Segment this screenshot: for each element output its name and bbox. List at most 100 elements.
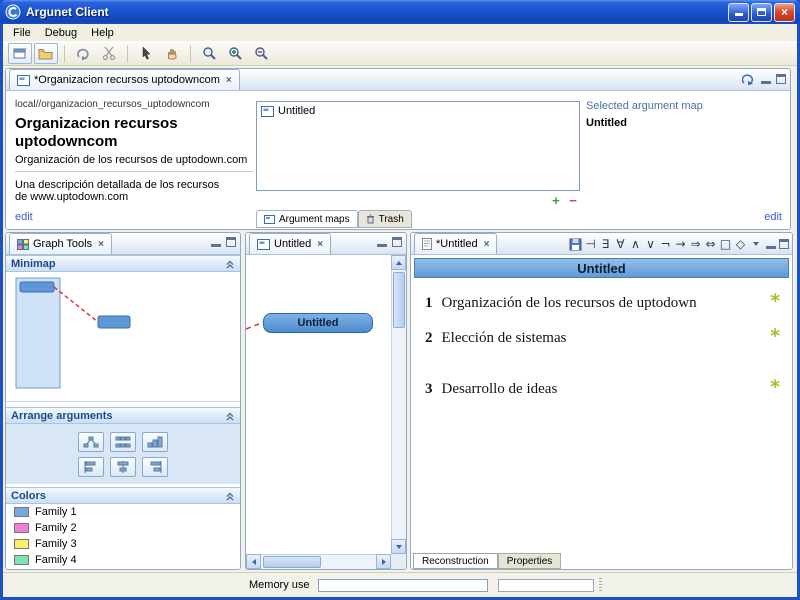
logic-iff-button[interactable]: ⇔: [703, 235, 718, 253]
tab-label: Untitled: [274, 238, 312, 250]
logic-diamond-button[interactable]: ◇: [733, 235, 748, 253]
map-canvas[interactable]: Untitled: [246, 255, 391, 554]
arrange-align-right-button[interactable]: [142, 456, 168, 477]
logic-tack-button[interactable]: ⊣: [583, 235, 598, 253]
open-folder-icon: [38, 48, 53, 59]
arrange-align-center-button[interactable]: [110, 456, 136, 477]
zoom-marquee-button[interactable]: [197, 43, 221, 64]
statement-row[interactable]: 3 Desarrollo de ideas *: [425, 378, 780, 398]
arrange-tree-down-button[interactable]: [78, 431, 104, 452]
new-debate-button[interactable]: [8, 42, 32, 64]
maximize-view-icon[interactable]: [779, 239, 789, 249]
minimap-section-header[interactable]: Minimap: [6, 255, 240, 272]
colors-section-header[interactable]: Colors: [6, 487, 240, 504]
open-debate-button[interactable]: [34, 42, 58, 64]
minimize-view-icon[interactable]: [766, 239, 776, 249]
minimap-graphic: [15, 277, 131, 389]
horizontal-scrollbar[interactable]: [246, 554, 391, 569]
titlebar[interactable]: Argunet Client ×: [0, 0, 800, 24]
collapse-chevron-icon[interactable]: [225, 259, 235, 269]
redo-button[interactable]: [71, 43, 95, 64]
app-icon[interactable]: [5, 4, 21, 20]
menu-file[interactable]: File: [6, 26, 38, 40]
pan-tool-button[interactable]: [160, 43, 184, 64]
statement-row[interactable]: 1 Organización de los recursos de uptodo…: [425, 292, 780, 312]
toolbar-separator: [190, 44, 191, 62]
debate-details: local//organizacion_recursos_uptodowncom…: [15, 99, 253, 203]
edit-debate-link[interactable]: edit: [15, 211, 33, 223]
logic-box-button[interactable]: □: [718, 235, 733, 253]
scroll-right-button[interactable]: [376, 554, 391, 569]
minimize-view-icon[interactable]: [211, 237, 221, 247]
collapse-chevron-icon[interactable]: [225, 411, 235, 421]
tab-reconstruction[interactable]: Reconstruction: [413, 553, 498, 569]
close-tab-icon[interactable]: ×: [226, 75, 232, 86]
arrange-bars-button[interactable]: [142, 431, 168, 452]
logic-implies-button[interactable]: ⇒: [688, 235, 703, 253]
family-row[interactable]: Family 1: [6, 504, 240, 520]
logic-not-button[interactable]: ¬: [658, 235, 673, 253]
close-tab-icon[interactable]: ×: [484, 239, 490, 250]
logic-exists-button[interactable]: ∃: [598, 235, 613, 253]
close-tab-icon[interactable]: ×: [98, 239, 104, 250]
collapse-chevron-icon[interactable]: [225, 491, 235, 501]
close-button[interactable]: ×: [774, 2, 795, 22]
tab-map-canvas[interactable]: Untitled ×: [249, 233, 332, 254]
minimize-view-icon[interactable]: [377, 237, 387, 247]
curved-arrow-icon[interactable]: [742, 73, 756, 85]
close-tab-icon[interactable]: ×: [317, 239, 323, 250]
hand-icon: [168, 49, 177, 60]
scrollbar-thumb[interactable]: [263, 556, 321, 568]
scroll-left-button[interactable]: [246, 554, 261, 569]
logic-arrow-button[interactable]: →: [673, 235, 688, 253]
logic-forall-button[interactable]: ∀: [613, 235, 628, 253]
vertical-scrollbar[interactable]: [391, 255, 406, 554]
argument-maps-list[interactable]: Untitled: [256, 101, 580, 191]
tab-debate-editor[interactable]: *Organizacion recursos uptodowncom ×: [9, 69, 240, 90]
statement-number: 2: [425, 330, 433, 346]
arrange-align-left-button[interactable]: [78, 456, 104, 477]
add-map-button[interactable]: +: [549, 193, 563, 208]
minimap-canvas[interactable]: [6, 272, 240, 402]
zoom-in-button[interactable]: [223, 43, 247, 64]
minimize-view-icon[interactable]: [761, 74, 771, 84]
family-row[interactable]: Family 3: [6, 536, 240, 552]
logic-or-button[interactable]: ∨: [643, 235, 658, 253]
tab-trash[interactable]: Trash: [357, 210, 412, 228]
tab-properties[interactable]: Properties: [497, 553, 562, 569]
family-row[interactable]: Family 4: [6, 552, 240, 568]
remove-map-button[interactable]: −: [566, 193, 580, 208]
edit-map-link[interactable]: edit: [764, 211, 782, 223]
scroll-up-button[interactable]: [391, 255, 406, 270]
maximize-view-icon[interactable]: [392, 237, 402, 247]
redo-arrow-icon: [76, 48, 89, 60]
logic-and-button[interactable]: ∧: [628, 235, 643, 253]
status-grip: [598, 577, 602, 593]
toolbar-overflow-icon[interactable]: [748, 235, 763, 253]
arrange-grid-button[interactable]: [110, 431, 136, 452]
tab-graph-tools[interactable]: Graph Tools ×: [9, 233, 112, 254]
arrange-section-header[interactable]: Arrange arguments: [6, 407, 240, 424]
menu-help[interactable]: Help: [84, 26, 121, 40]
editor-body: local//organizacion_recursos_uptodowncom…: [6, 91, 790, 229]
color-families-list: Family 1 Family 2 Family 3 Family 4: [6, 504, 240, 569]
scroll-down-button[interactable]: [391, 539, 406, 554]
memory-label: Memory use: [249, 579, 310, 591]
list-item[interactable]: Untitled: [257, 102, 579, 120]
argument-node[interactable]: Untitled: [263, 313, 373, 333]
tab-reconstruction-editor[interactable]: *Untitled ×: [414, 233, 498, 254]
select-tool-button[interactable]: [134, 43, 158, 64]
maximize-view-icon[interactable]: [776, 74, 786, 84]
save-button[interactable]: [568, 235, 583, 253]
color-swatch: [14, 507, 29, 517]
statement-row[interactable]: 2 Elección de sistemas *: [425, 327, 780, 347]
maximize-button[interactable]: [751, 2, 772, 22]
zoom-out-button[interactable]: [249, 43, 273, 64]
tab-argument-maps[interactable]: Argument maps: [256, 210, 358, 228]
menu-debug[interactable]: Debug: [38, 26, 84, 40]
family-row[interactable]: Family 2: [6, 520, 240, 536]
scrollbar-thumb[interactable]: [393, 272, 405, 328]
minimize-button[interactable]: [728, 2, 749, 22]
cut-button[interactable]: [97, 43, 121, 64]
maximize-view-icon[interactable]: [226, 237, 236, 247]
